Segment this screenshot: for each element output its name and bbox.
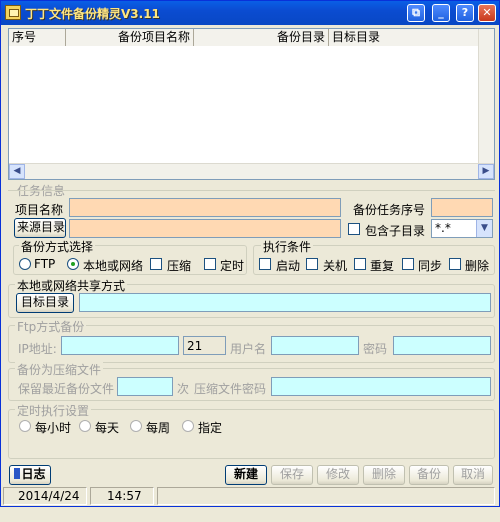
project-name-input[interactable] xyxy=(69,198,341,217)
task-list-grid[interactable]: 序号 备份项目名称 备份目录 目标目录 ◀ ▶ xyxy=(8,28,495,180)
task-seq-input[interactable] xyxy=(431,198,493,217)
scroll-right-icon[interactable]: ▶ xyxy=(478,164,494,179)
exec-delete-label: 删除 xyxy=(465,259,490,273)
timed-checkbox[interactable] xyxy=(204,258,216,270)
target-dir-button[interactable]: 目标目录 xyxy=(16,293,74,313)
log-icon xyxy=(14,468,21,479)
status-bar: 2014/4/24 14:57 xyxy=(3,487,497,505)
backup-method-legend: 备份方式选择 xyxy=(19,238,96,255)
task-info-divider xyxy=(8,190,495,191)
ftp-ip-input[interactable] xyxy=(61,336,179,355)
radio-local-network[interactable] xyxy=(67,258,79,270)
column-header-project-name[interactable]: 备份项目名称 xyxy=(66,29,194,46)
exec-shutdown-checkbox[interactable] xyxy=(306,258,318,270)
radio-daily-label: 每天 xyxy=(95,421,120,435)
radio-weekly-label: 每周 xyxy=(146,421,171,435)
local-share-legend: 本地或网络共享方式 xyxy=(15,277,128,294)
column-header-seq[interactable]: 序号 xyxy=(9,29,66,46)
grid-header: 序号 备份项目名称 备份目录 目标目录 xyxy=(9,29,494,46)
app-icon xyxy=(5,5,21,20)
radio-hourly-label: 每小时 xyxy=(35,421,72,435)
source-dir-button[interactable]: 来源目录 xyxy=(14,218,66,238)
restore-button[interactable]: ⧉ xyxy=(407,4,425,22)
radio-ftp[interactable] xyxy=(19,258,31,270)
source-dir-input[interactable] xyxy=(69,219,341,238)
backup-button[interactable]: 备份 xyxy=(409,465,449,485)
exec-shutdown-label: 关机 xyxy=(323,259,348,273)
horizontal-scrollbar[interactable]: ◀ ▶ xyxy=(9,163,494,179)
exec-repeat-checkbox[interactable] xyxy=(354,258,366,270)
ftp-user-input[interactable] xyxy=(271,336,359,355)
vertical-scrollbar[interactable] xyxy=(478,29,494,163)
new-button[interactable]: 新建 xyxy=(225,465,267,485)
radio-hourly[interactable] xyxy=(19,420,31,432)
project-name-label: 项目名称 xyxy=(15,203,64,217)
exec-delete-checkbox[interactable] xyxy=(449,258,461,270)
ftp-user-label: 用户名 xyxy=(230,342,267,356)
status-time: 14:57 xyxy=(90,487,154,505)
scroll-left-icon[interactable]: ◀ xyxy=(9,164,25,179)
status-message xyxy=(157,487,495,505)
zip-password-label: 压缩文件密码 xyxy=(194,382,267,396)
keep-recent-input[interactable] xyxy=(117,377,173,396)
modify-button[interactable]: 修改 xyxy=(317,465,359,485)
radio-custom-label: 指定 xyxy=(198,421,223,435)
zip-password-input[interactable] xyxy=(271,377,491,396)
exec-sync-checkbox[interactable] xyxy=(402,258,414,270)
ftp-ip-label: IP地址: xyxy=(18,342,57,356)
include-subdir-label: 包含子目录 xyxy=(365,224,426,238)
radio-local-network-label: 本地或网络 xyxy=(83,259,144,273)
status-date: 2014/4/24 xyxy=(3,487,87,505)
close-button[interactable]: ✕ xyxy=(478,4,496,22)
schedule-legend: 定时执行设置 xyxy=(15,402,92,419)
timed-label: 定时 xyxy=(220,259,245,273)
radio-daily[interactable] xyxy=(79,420,91,432)
exec-conditions-legend: 执行条件 xyxy=(261,238,314,255)
title-bar[interactable]: 丁丁文件备份精灵V3.11 ⧉ _ ? ✕ xyxy=(1,1,499,25)
column-header-target-dir[interactable]: 目标目录 xyxy=(329,29,479,46)
window-title: 丁丁文件备份精灵V3.11 xyxy=(25,7,160,21)
radio-ftp-label: FTP xyxy=(34,257,56,271)
help-button[interactable]: ? xyxy=(456,4,474,22)
ftp-password-label: 密码 xyxy=(363,342,388,356)
ftp-port-input[interactable] xyxy=(183,336,226,355)
file-filter-combo[interactable]: *.* ▼ xyxy=(431,219,493,238)
exec-startup-checkbox[interactable] xyxy=(259,258,271,270)
exec-startup-label: 启动 xyxy=(276,259,301,273)
save-button[interactable]: 保存 xyxy=(271,465,313,485)
column-header-backup-dir[interactable]: 备份目录 xyxy=(194,29,329,46)
radio-custom[interactable] xyxy=(182,420,194,432)
delete-button[interactable]: 删除 xyxy=(363,465,405,485)
log-button[interactable]: 日志 xyxy=(9,465,51,485)
target-dir-input[interactable] xyxy=(79,293,491,312)
radio-weekly[interactable] xyxy=(130,420,142,432)
minimize-button[interactable]: _ xyxy=(432,4,450,22)
compress-legend: 备份为压缩文件 xyxy=(15,361,104,378)
compress-checkbox[interactable] xyxy=(150,258,162,270)
ftp-password-input[interactable] xyxy=(393,336,491,355)
exec-sync-label: 同步 xyxy=(418,259,443,273)
compress-label: 压缩 xyxy=(167,259,192,273)
exec-repeat-label: 重复 xyxy=(370,259,395,273)
task-seq-label: 备份任务序号 xyxy=(353,203,426,217)
ftp-legend: Ftp方式备份 xyxy=(15,318,87,335)
times-label: 次 xyxy=(177,382,190,396)
main-window: 丁丁文件备份精灵V3.11 ⧉ _ ? ✕ 序号 备份项目名称 备份目录 目标目… xyxy=(0,0,500,507)
file-filter-value: *.* xyxy=(435,221,451,235)
dropdown-arrow-icon[interactable]: ▼ xyxy=(476,220,492,237)
cancel-button[interactable]: 取消 xyxy=(453,465,493,485)
keep-recent-label: 保留最近备份文件 xyxy=(18,382,115,396)
log-button-label: 日志 xyxy=(21,467,46,481)
include-subdir-checkbox[interactable] xyxy=(348,223,360,235)
